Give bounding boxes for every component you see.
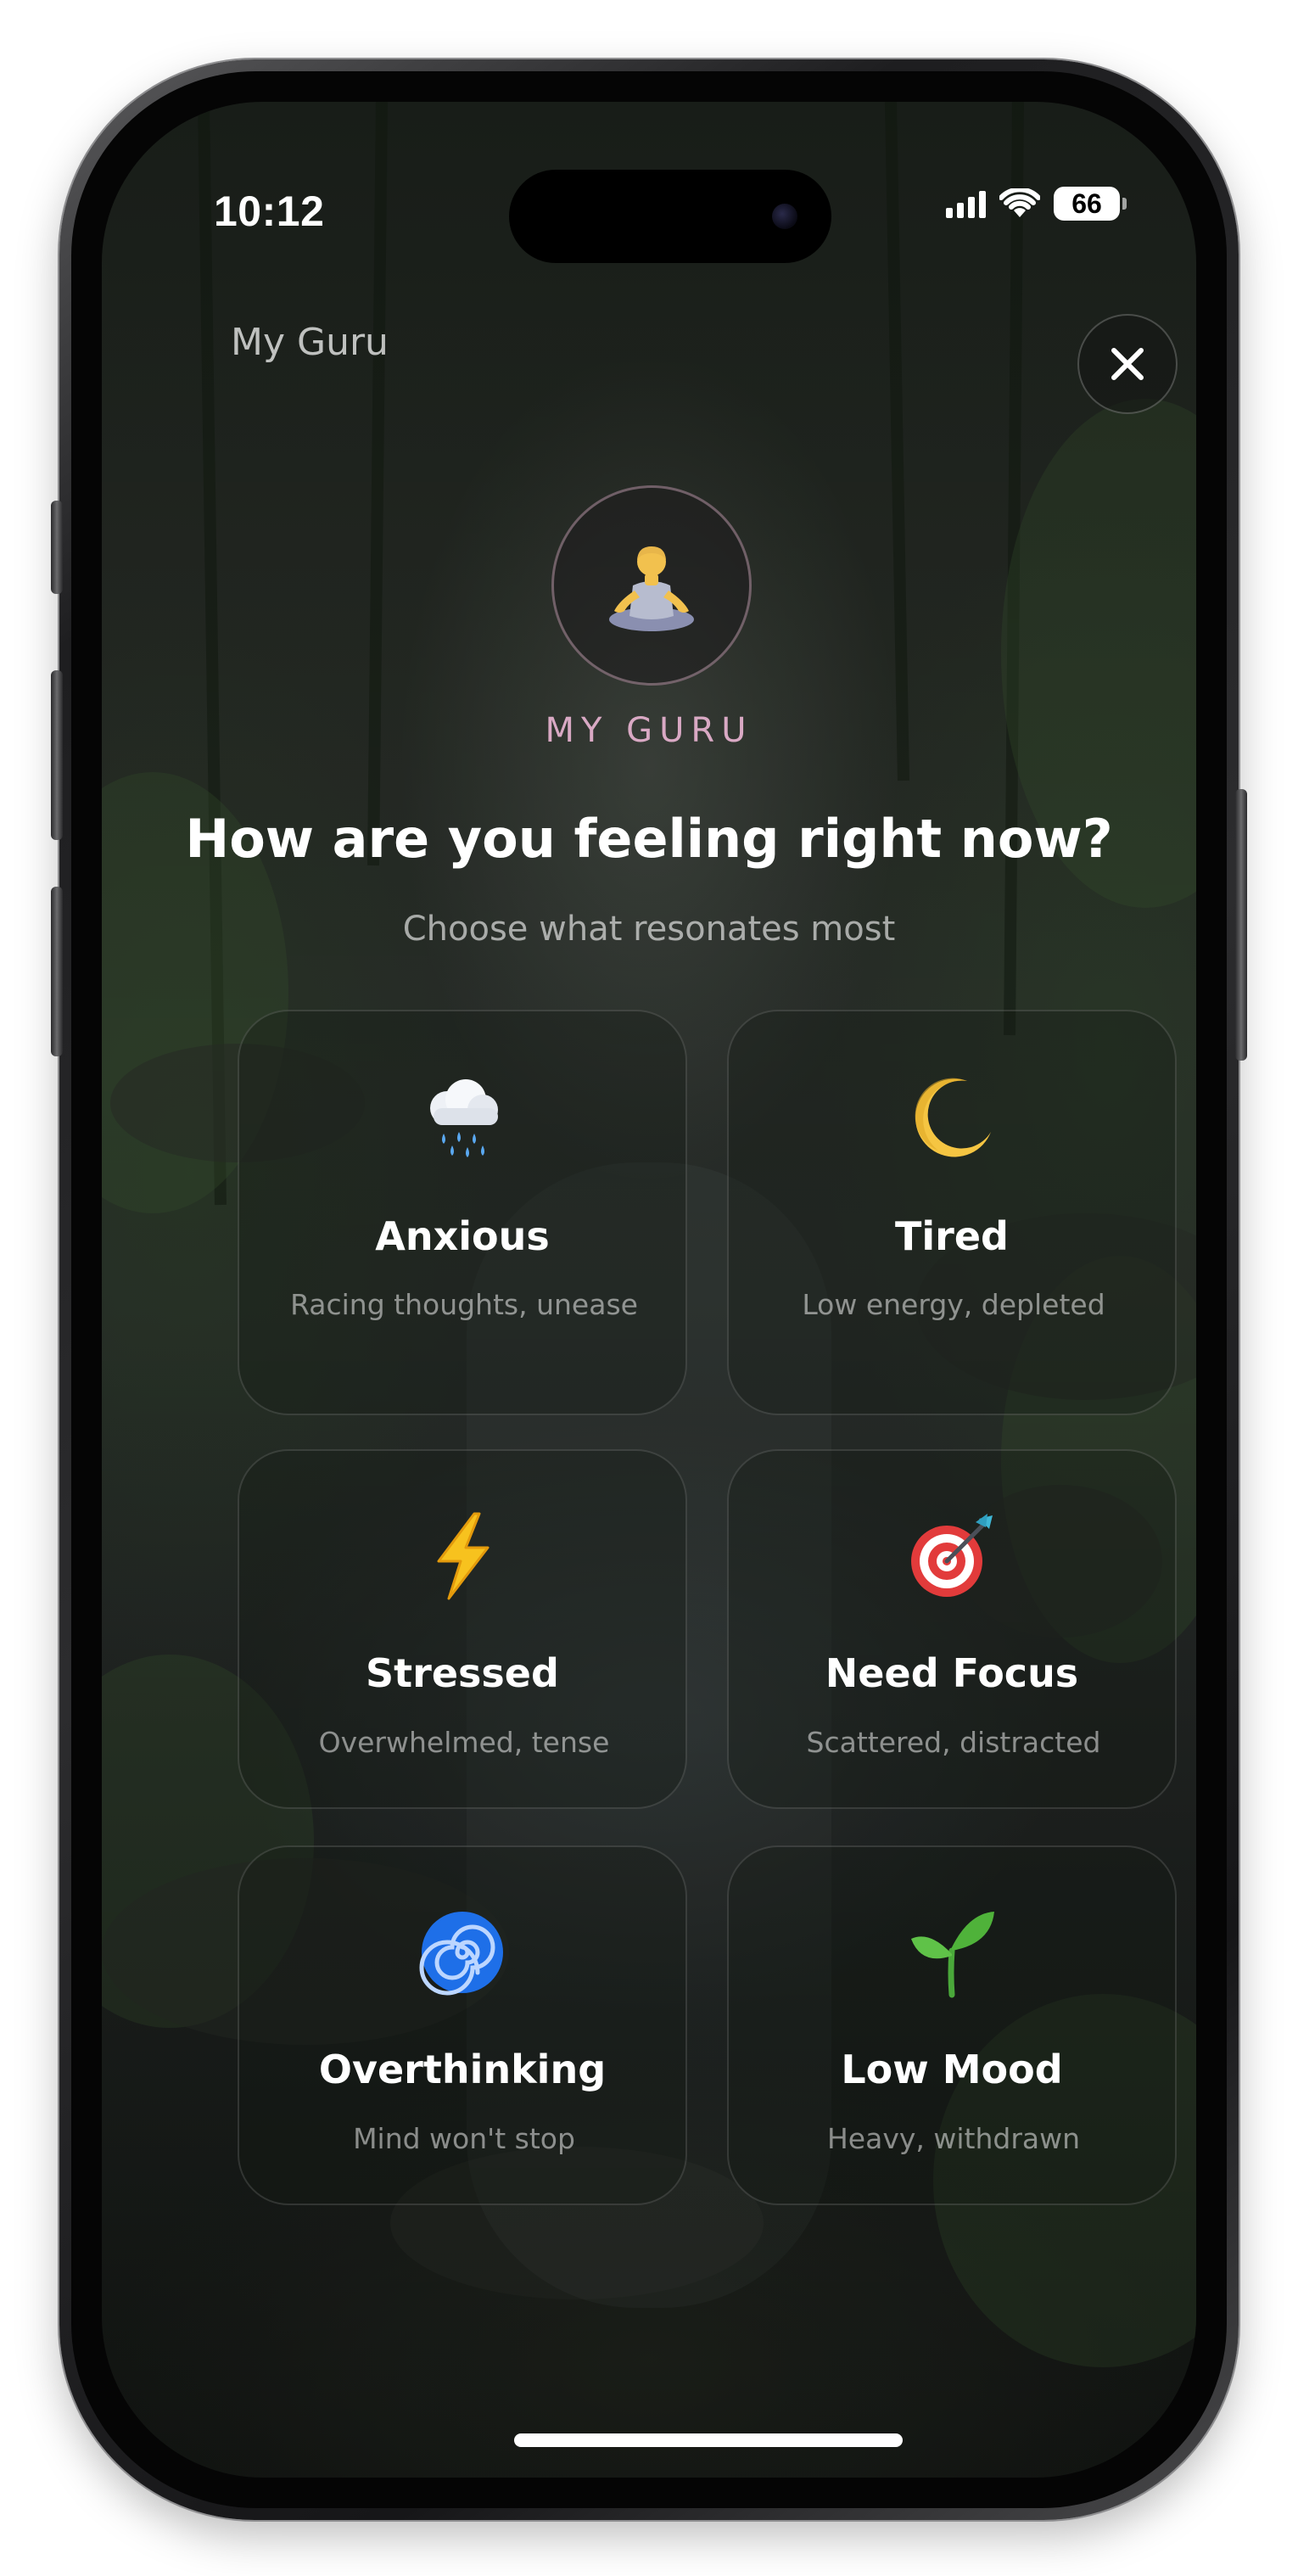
power-button [1235, 789, 1247, 1061]
emoji-slot [729, 1509, 1175, 1604]
mood-description: Scattered, distracted [806, 1726, 1101, 1759]
mood-description: Mind won't stop [353, 2122, 575, 2155]
mood-card-stressed[interactable]: Stressed Overwhelmed, tense [238, 1449, 687, 1809]
mood-card-need-focus[interactable]: Need Focus Scattered, distracted [727, 1449, 1177, 1809]
meditating-person-icon [609, 546, 694, 631]
mood-description: Heavy, withdrawn [826, 2122, 1081, 2155]
cellular-signal-icon [946, 189, 986, 218]
mood-description: Overwhelmed, tense [318, 1726, 610, 1759]
dynamic-island [509, 170, 831, 263]
emoji-slot [239, 1071, 685, 1166]
mood-card-tired[interactable]: Tired Low energy, depleted [727, 1010, 1177, 1415]
header-title: My Guru [231, 321, 389, 364]
mood-label: Low Mood [841, 2047, 1063, 2092]
volume-down-button [51, 887, 63, 1056]
crescent-moon-icon [915, 1078, 991, 1157]
front-camera [772, 204, 797, 229]
guru-label: MY GURU [545, 711, 753, 750]
feeling-subtitle: Choose what resonates most [402, 910, 896, 949]
mood-description: Low energy, depleted [802, 1288, 1105, 1321]
action-button [51, 501, 63, 594]
mood-description: Racing thoughts, unease [290, 1288, 638, 1321]
emoji-slot [239, 1509, 685, 1604]
mood-card-overthinking[interactable]: Overthinking Mind won't stop [238, 1845, 687, 2205]
guru-avatar [551, 485, 752, 686]
app-screen: 10:12 66 My Guru MY GURU How are you fee… [102, 102, 1196, 2478]
mood-card-anxious[interactable]: Anxious Racing thoughts, unease [238, 1010, 687, 1415]
battery-level: 66 [1071, 188, 1102, 219]
close-button[interactable] [1077, 314, 1178, 414]
lightning-icon [437, 1512, 490, 1600]
feeling-question: How are you feeling right now? [185, 808, 1113, 870]
rain-cloud-icon [430, 1079, 498, 1157]
target-icon [911, 1514, 993, 1597]
phone-frame: 10:12 66 My Guru MY GURU How are you fee… [51, 59, 1247, 2520]
close-icon [1111, 348, 1144, 380]
mood-label: Tired [895, 1213, 1009, 1259]
seedling-icon [911, 1912, 994, 1998]
emoji-slot [239, 1905, 685, 2000]
emoji-slot [729, 1071, 1175, 1166]
battery-icon: 66 [1054, 187, 1127, 221]
status-time: 10:12 [214, 188, 325, 235]
mood-card-low-mood[interactable]: Low Mood Heavy, withdrawn [727, 1845, 1177, 2205]
mood-label: Stressed [366, 1650, 559, 1696]
spiral-icon [419, 1912, 503, 1996]
mood-label: Anxious [375, 1213, 550, 1259]
wifi-icon [999, 188, 1040, 217]
status-icons: 66 [946, 187, 1127, 221]
emoji-slot [729, 1905, 1175, 2000]
mood-label: Overthinking [318, 2047, 607, 2092]
home-indicator[interactable] [514, 2433, 903, 2447]
mood-label: Need Focus [825, 1650, 1079, 1696]
volume-up-button [51, 670, 63, 840]
